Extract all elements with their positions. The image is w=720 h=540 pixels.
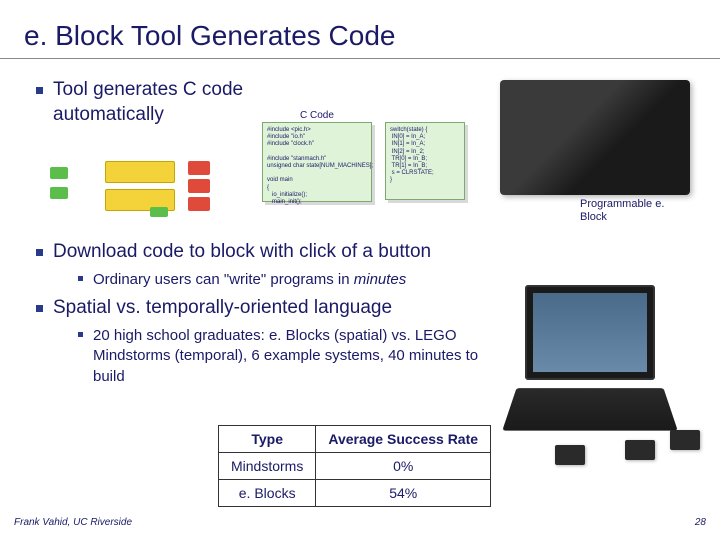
ccode-label: C Code [300,110,334,121]
laptop-photo [495,285,695,465]
bullet-1: Tool generates C code automatically [36,78,333,127]
bullet-icon [36,249,43,256]
bullet-2-sub: Ordinary users can "write" programs in m… [78,270,406,290]
bullet-icon [78,332,83,337]
code-snippet-1: #include <pic.h> #include "io.h" #includ… [262,122,372,202]
bullet-3: Spatial vs. temporally-oriented language [36,296,392,321]
slide-title: e. Block Tool Generates Code [24,20,395,52]
code-snippet-2: switch(state) { IN[0] = In_A; IN[1] = In… [385,122,465,200]
slide-number: 28 [695,517,706,528]
table-row: e. Blocks 54% [219,480,491,507]
device-label: Programmable e. Block [580,198,690,224]
col-rate: Average Success Rate [316,426,491,453]
col-type: Type [219,426,316,453]
title-underline [0,58,720,59]
bullet-1-text: Tool generates C code automatically [53,78,333,127]
bullet-3-sub: 20 high school graduates: e. Blocks (spa… [78,326,513,387]
bullet-2: Download code to block with click of a b… [36,240,431,265]
bullet-icon [78,276,83,281]
block-diagram [50,155,235,220]
device-photo [500,80,690,195]
bullet-icon [36,87,43,94]
bullet-3-text: Spatial vs. temporally-oriented language [53,296,392,321]
bullet-3-sub-text: 20 high school graduates: e. Blocks (spa… [93,326,513,387]
bullet-2-sub-text: Ordinary users can "write" programs in m… [93,270,406,290]
bullet-2-text: Download code to block with click of a b… [53,240,431,265]
footer-author: Frank Vahid, UC Riverside [14,517,132,528]
results-table: Type Average Success Rate Mindstorms 0% … [218,425,491,507]
table-row: Mindstorms 0% [219,453,491,480]
bullet-icon [36,305,43,312]
